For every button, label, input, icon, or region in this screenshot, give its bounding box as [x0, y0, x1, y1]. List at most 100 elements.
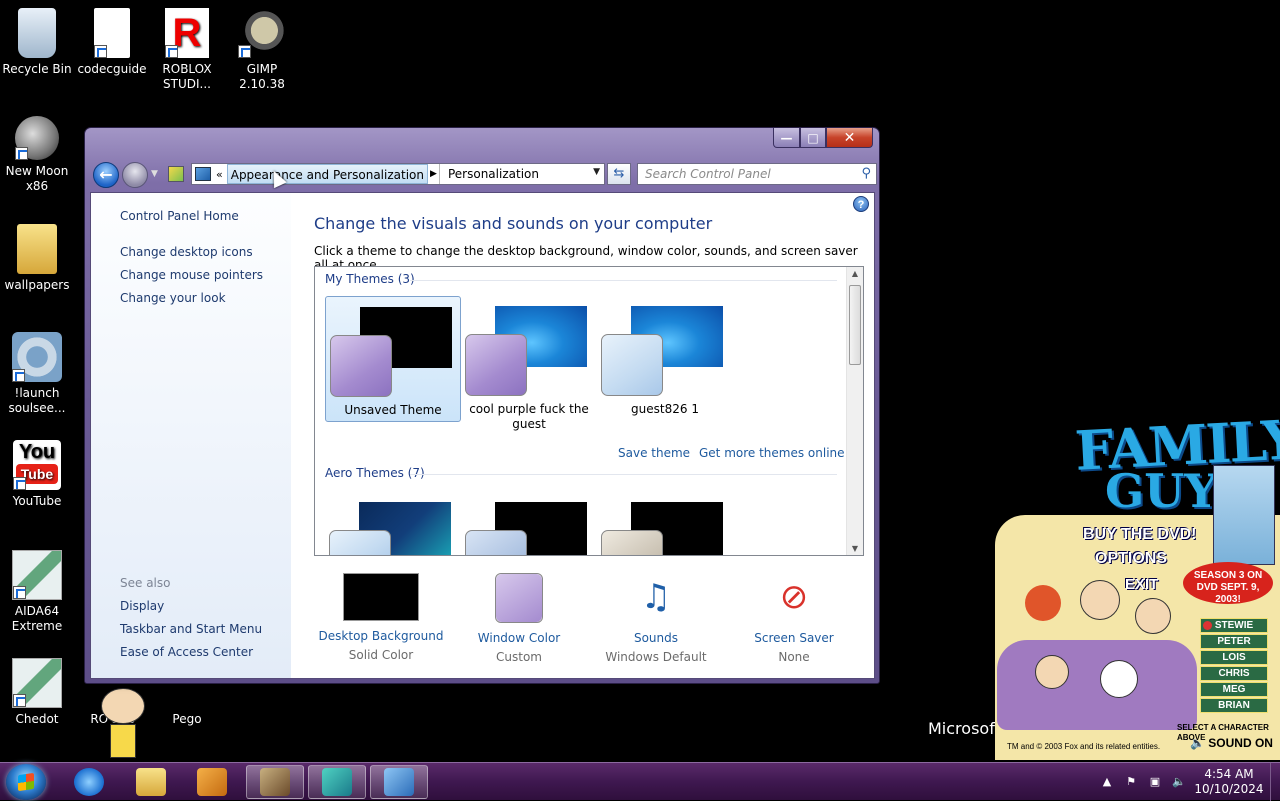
show-desktop-button[interactable] [1270, 763, 1280, 801]
character-label: MEG [1222, 684, 1246, 695]
chris-figure [1135, 598, 1171, 634]
taskbar-control-panel[interactable] [370, 765, 428, 799]
system-clock[interactable]: 4:54 AM 10/10/2024 [1194, 767, 1264, 797]
desktop-icon-launch-soulseek[interactable]: !launch soulsee... [0, 332, 74, 416]
sound-label: SOUND ON [1208, 736, 1273, 750]
taskbar-app-2[interactable] [308, 765, 366, 799]
setting-label[interactable]: Window Color [454, 631, 584, 645]
volume-muted-icon[interactable]: 🔈 [1172, 775, 1186, 789]
forward-button[interactable] [122, 162, 148, 188]
theme-cool-purple[interactable]: cool purple fuck the guest [461, 296, 597, 431]
window-caption-buttons: — □ ✕ [773, 128, 873, 148]
start-button[interactable] [6, 764, 46, 800]
gear-icon [12, 332, 62, 382]
theme-guest826[interactable]: guest826 1 [597, 296, 733, 422]
desktop-background-setting[interactable]: Desktop Background Solid Color [316, 573, 446, 662]
change-desktop-icons-link[interactable]: Change desktop icons [120, 245, 253, 259]
see-also-heading: See also [120, 576, 171, 590]
taskbar-media-player[interactable] [183, 765, 241, 799]
screen-saver-setting[interactable]: ⊘ Screen Saver None [729, 573, 859, 664]
family-guy-gadget[interactable]: FAMILY GUY BUY THE DVD! OPTIONS EXIT SEA… [995, 407, 1280, 760]
exit-button[interactable]: EXIT [1125, 576, 1158, 594]
stewie-desktop-pet[interactable] [98, 688, 148, 760]
sound-toggle[interactable]: 🔈 SOUND ON [1190, 736, 1273, 750]
shortcut-arrow-icon [238, 45, 251, 58]
options-button[interactable]: OPTIONS [1095, 550, 1167, 568]
copyright-text: TM and © 2003 Fox and its related entiti… [1007, 742, 1161, 751]
theme-list: My Themes (3) Unsaved Theme cool purple … [314, 266, 864, 556]
group-divider [410, 280, 837, 281]
character-button-brian[interactable]: BRIAN [1200, 698, 1268, 713]
save-theme-link[interactable]: Save theme [618, 446, 690, 460]
internet-explorer-icon [74, 768, 104, 796]
desktop-icon-aida64[interactable]: AIDA64 Extreme [0, 550, 74, 634]
recent-pages-dropdown[interactable]: ▼ [151, 169, 158, 179]
youtube-icon: You Tube [13, 440, 61, 490]
change-mouse-pointers-link[interactable]: Change mouse pointers [120, 268, 263, 282]
desktop-icon-new-moon[interactable]: New Moon x86 [0, 116, 74, 194]
character-button-chris[interactable]: CHRIS [1200, 666, 1268, 681]
character-button-lois[interactable]: LOIS [1200, 650, 1268, 665]
desktop-icon-gimp[interactable]: GIMP 2.10.38 [225, 8, 299, 92]
desktop-icon-wallpapers[interactable]: wallpapers [0, 224, 74, 293]
breadcrumb-separator-arrow-icon[interactable]: ▶ [428, 164, 440, 184]
control-panel-home-link[interactable]: Control Panel Home [120, 209, 239, 223]
network-icon[interactable]: ▣ [1148, 775, 1162, 789]
get-more-themes-link[interactable]: Get more themes online [699, 446, 845, 460]
roblox-icon: R [165, 8, 209, 58]
gadget-couch-illustration [997, 640, 1197, 730]
back-button[interactable]: ← [93, 162, 119, 188]
character-label: LOIS [1222, 652, 1246, 663]
desktop-icon-youtube[interactable]: You Tube YouTube [0, 440, 74, 509]
breadcrumb-personalization[interactable]: Personalization [445, 164, 542, 184]
search-input[interactable]: Search Control Panel ⚲ [637, 163, 877, 185]
desktop-icon-recycle-bin[interactable]: Recycle Bin [0, 8, 74, 77]
ease-of-access-link[interactable]: Ease of Access Center [120, 645, 253, 659]
close-button[interactable]: ✕ [826, 128, 873, 148]
theme-name: guest826 1 [631, 402, 699, 416]
search-icon[interactable]: ⚲ [861, 164, 871, 184]
theme-unsaved[interactable]: Unsaved Theme [325, 296, 461, 422]
desktop-icon-chedot[interactable]: Chedot [0, 658, 74, 727]
show-hidden-icons-arrow-icon[interactable]: ▲ [1100, 775, 1114, 789]
character-button-meg[interactable]: MEG [1200, 682, 1268, 697]
scroll-down-icon[interactable]: ▼ [847, 544, 863, 553]
scroll-up-icon[interactable]: ▲ [847, 269, 863, 278]
character-button-stewie[interactable]: STEWIE [1200, 618, 1268, 633]
help-icon[interactable]: ? [853, 196, 869, 212]
taskbar-windows-explorer[interactable] [122, 765, 180, 799]
address-dropdown-icon[interactable]: ▼ [593, 167, 600, 177]
address-overflow[interactable]: « [216, 168, 223, 181]
taskbar-internet-explorer[interactable] [60, 765, 118, 799]
personalization-window: — □ ✕ ← ▼ « Appearance and Personalizati… [84, 127, 880, 684]
aero-theme-swatch-2 [465, 530, 527, 555]
minimize-button[interactable]: — [773, 128, 800, 148]
window-color-setting[interactable]: Window Color Custom [454, 573, 584, 664]
maximize-button[interactable]: □ [800, 128, 826, 148]
taskbar-app-1[interactable] [246, 765, 304, 799]
navigation-bar: ← ▼ « Appearance and Personalization ▶ P… [91, 162, 877, 188]
theme-color-swatch [465, 334, 527, 396]
display-link[interactable]: Display [120, 599, 164, 613]
change-your-look-link[interactable]: Change your look [120, 291, 226, 305]
breadcrumb-appearance[interactable]: Appearance and Personalization [226, 164, 428, 184]
buy-dvd-button[interactable]: BUY THE DVD! [1083, 526, 1197, 544]
sounds-setting[interactable]: ♫ Sounds Windows Default [591, 573, 721, 664]
moon-icon [15, 116, 59, 160]
scroll-thumb[interactable] [849, 285, 861, 365]
shortcut-arrow-icon [13, 694, 26, 707]
setting-label[interactable]: Sounds [591, 631, 721, 645]
back-arrow-icon: ← [99, 165, 113, 184]
desktop-icon-codecguide[interactable]: codecguide [75, 8, 149, 77]
setting-label[interactable]: Screen Saver [729, 631, 859, 645]
character-button-peter[interactable]: PETER [1200, 634, 1268, 649]
desktop-icon-roblox-studio[interactable]: R ROBLOX STUDI... [150, 8, 224, 92]
address-bar[interactable]: « Appearance and Personalization ▶ Perso… [191, 163, 605, 185]
action-center-flag-icon[interactable]: ⚑ [1124, 775, 1138, 789]
shortcut-arrow-icon [165, 45, 178, 58]
setting-label[interactable]: Desktop Background [316, 629, 446, 643]
refresh-button[interactable]: ⇆ [607, 163, 631, 185]
gimp-icon [238, 8, 286, 58]
taskbar-start-menu-link[interactable]: Taskbar and Start Menu [120, 622, 262, 636]
theme-list-scrollbar[interactable]: ▲ ▼ [846, 267, 863, 555]
